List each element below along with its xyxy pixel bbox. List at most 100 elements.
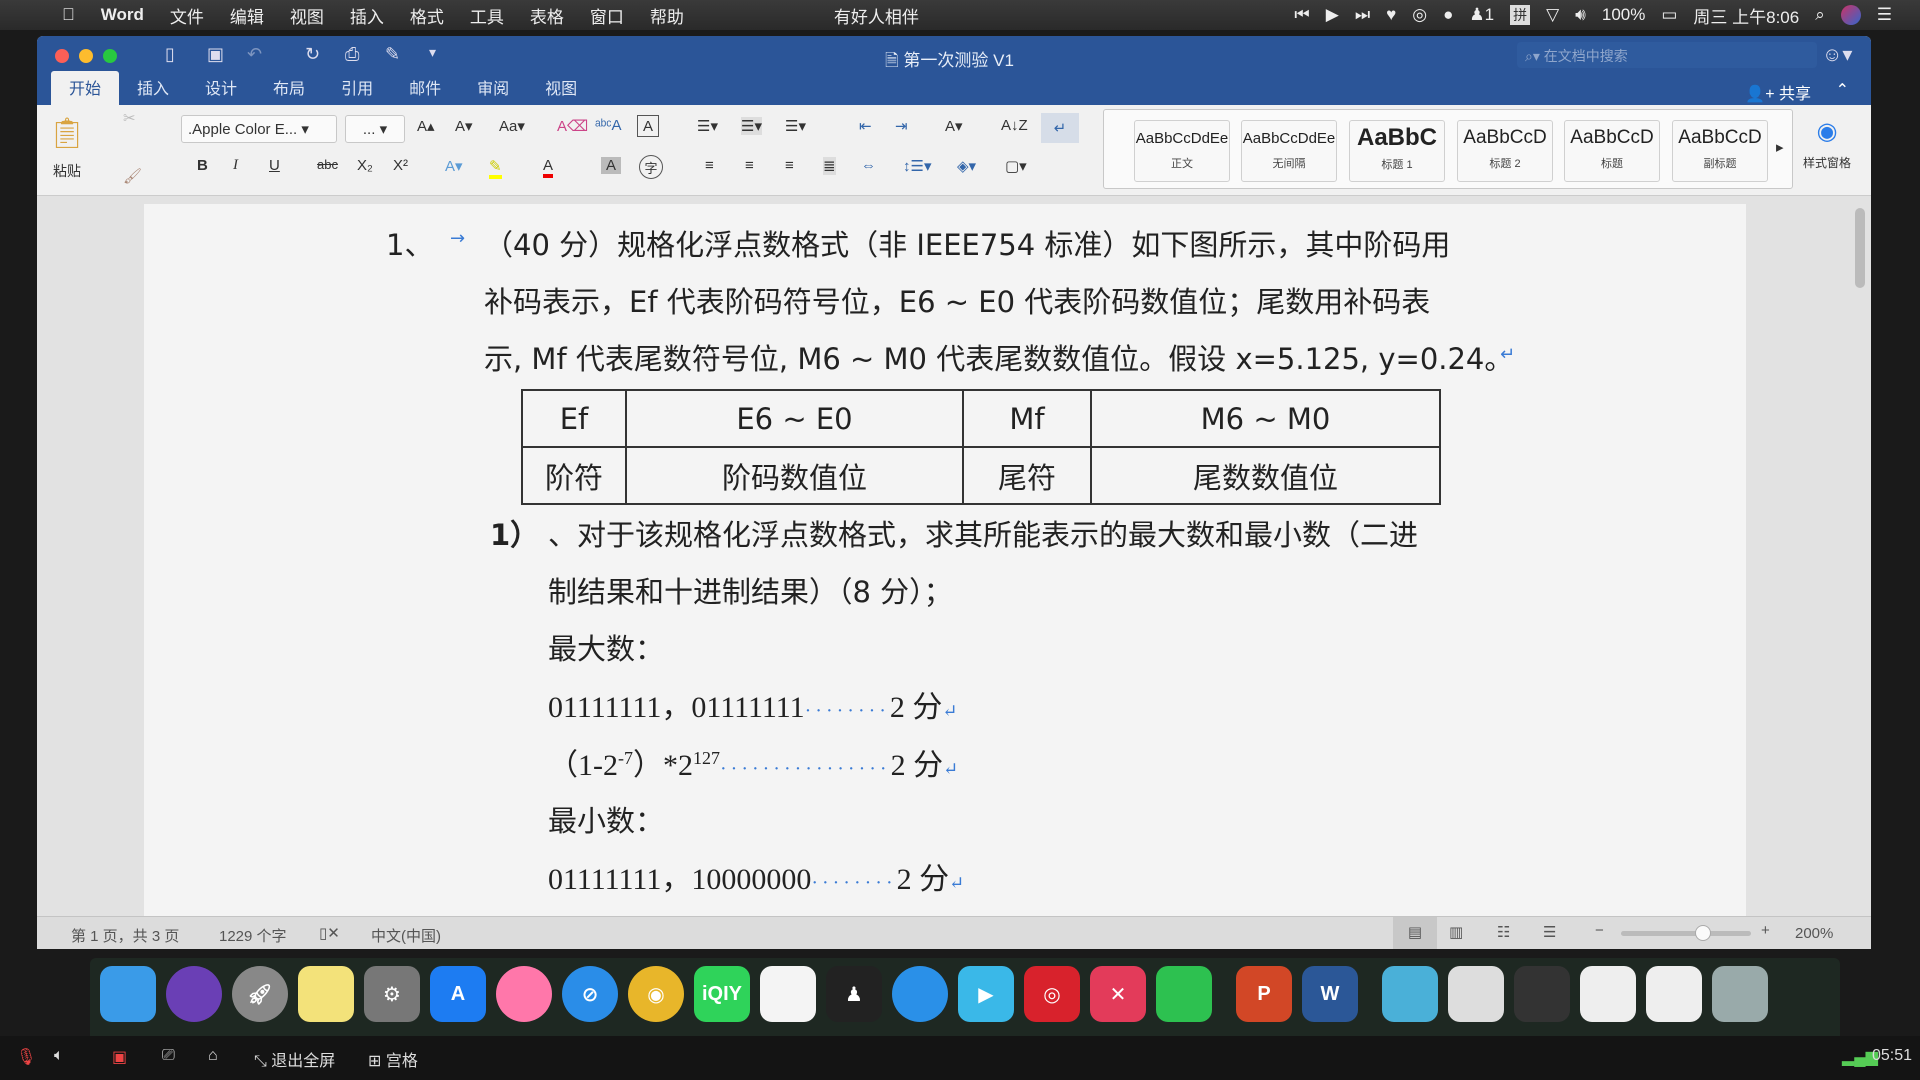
line-spacing-icon[interactable]: ↕☰▾ bbox=[903, 157, 931, 175]
dock-siri-icon[interactable] bbox=[166, 966, 222, 1022]
table-cell[interactable]: E6 ~ E0 bbox=[625, 389, 964, 448]
dock-powerpoint-window-icon[interactable] bbox=[1580, 966, 1636, 1022]
wifi-icon[interactable]: ▽ bbox=[1546, 5, 1559, 25]
grid-view-button[interactable]: ⊞ 宫格 bbox=[368, 1047, 418, 1071]
sort-icon[interactable]: A↓Z bbox=[1001, 117, 1028, 134]
collapse-ribbon-icon[interactable]: ⌃ bbox=[1836, 80, 1849, 100]
prev-track-icon[interactable]: ⏮ bbox=[1294, 5, 1309, 25]
maximize-button[interactable] bbox=[103, 49, 117, 63]
web-layout-icon[interactable]: ▥ bbox=[1449, 923, 1463, 941]
tab-home[interactable]: 开始 bbox=[51, 71, 120, 105]
menu-format[interactable]: 格式 bbox=[410, 3, 444, 28]
outline-icon[interactable]: ☷ bbox=[1497, 923, 1510, 941]
menu-window[interactable]: 窗口 bbox=[590, 3, 624, 28]
highlight-icon[interactable]: ✎ bbox=[489, 157, 502, 179]
qq-icon[interactable]: ♟1 bbox=[1469, 5, 1494, 25]
netease-icon[interactable]: ◎ bbox=[1412, 5, 1427, 25]
show-marks-icon[interactable]: ↵ bbox=[1041, 113, 1079, 143]
dock-tencent-video-icon[interactable]: ▶ bbox=[958, 966, 1014, 1022]
dock-chrome-icon[interactable]: ◉ bbox=[628, 966, 684, 1022]
table-cell[interactable]: 尾数数值位 bbox=[1090, 446, 1441, 505]
italic-button[interactable]: I bbox=[233, 157, 238, 174]
apple-icon[interactable]:  bbox=[62, 5, 75, 25]
dock-trash-icon[interactable] bbox=[1712, 966, 1768, 1022]
shading-icon[interactable]: ◈▾ bbox=[957, 157, 976, 175]
zoom-out-button[interactable]: − bbox=[1595, 922, 1604, 939]
speaker-icon[interactable]: 🔈︎ bbox=[54, 1047, 64, 1065]
tab-insert[interactable]: 插入 bbox=[119, 71, 187, 105]
zoom-level[interactable]: 200% bbox=[1795, 925, 1833, 942]
screen-share-icon[interactable]: ⎚ bbox=[162, 1047, 175, 1065]
edit-icon[interactable]: ✎ bbox=[385, 44, 400, 65]
table-cell[interactable]: Ef bbox=[521, 389, 627, 448]
style-subtitle[interactable]: AaBbCcD 副标题 bbox=[1672, 120, 1768, 182]
undo-icon[interactable]: ↶ bbox=[247, 44, 262, 65]
bullets-icon[interactable]: ☰▾ bbox=[697, 117, 718, 135]
asian-layout-icon[interactable]: A▾ bbox=[945, 117, 963, 135]
dock-launchpad-icon[interactable]: 🚀︎ bbox=[232, 966, 288, 1022]
dock-finder-icon[interactable] bbox=[100, 966, 156, 1022]
font-color-icon[interactable]: A bbox=[543, 157, 554, 178]
dock-photos-icon[interactable] bbox=[496, 966, 552, 1022]
page-count[interactable]: 第 1 页，共 3 页 bbox=[71, 925, 179, 946]
paste-icon[interactable]: 📋︎ bbox=[47, 111, 87, 155]
dock-app-store-icon[interactable]: A bbox=[430, 966, 486, 1022]
tab-design[interactable]: 设计 bbox=[187, 71, 255, 105]
borders-icon[interactable]: ▢▾ bbox=[1005, 157, 1027, 175]
notification-center-icon[interactable]: ☰ bbox=[1877, 5, 1892, 25]
print-layout-icon[interactable]: ▤ bbox=[1393, 917, 1437, 949]
dock-baidu-netdisk-icon[interactable] bbox=[760, 966, 816, 1022]
menu-view[interactable]: 视图 bbox=[290, 3, 324, 28]
heart-icon[interactable]: ♥ bbox=[1386, 5, 1396, 25]
search-input[interactable]: ⌕▾ 在文档中搜索 bbox=[1517, 42, 1817, 68]
paste-label[interactable]: 粘贴 bbox=[47, 161, 87, 181]
subscript-button[interactable]: X₂ bbox=[357, 157, 373, 174]
minimize-button[interactable] bbox=[79, 49, 93, 63]
dock-powerpoint-icon[interactable]: P bbox=[1236, 966, 1292, 1022]
change-case-icon[interactable]: Aa▾ bbox=[499, 117, 525, 135]
mic-muted-icon[interactable]: 🎙︎ bbox=[16, 1047, 36, 1067]
format-painter-icon[interactable]: 🖌︎ bbox=[123, 167, 142, 185]
style-normal[interactable]: AaBbCcDdEe 正文 bbox=[1134, 120, 1230, 182]
camera-off-icon[interactable]: ▣ bbox=[112, 1047, 127, 1067]
text-effects-icon[interactable]: A▾ bbox=[445, 157, 463, 175]
dock-iqiyi-icon[interactable]: iQIY bbox=[694, 966, 750, 1022]
menu-app[interactable]: Word bbox=[101, 5, 144, 25]
dock-terminal-window-icon[interactable] bbox=[1514, 966, 1570, 1022]
menu-edit[interactable]: 编辑 bbox=[230, 3, 264, 28]
tab-mailings[interactable]: 邮件 bbox=[391, 71, 459, 105]
menu-file[interactable]: 文件 bbox=[170, 3, 204, 28]
tab-review[interactable]: 审阅 bbox=[459, 71, 527, 105]
language[interactable]: 中文(中国) bbox=[371, 925, 441, 946]
decrease-indent-icon[interactable]: ⇤ bbox=[859, 117, 872, 135]
align-left-icon[interactable]: ≡ bbox=[705, 157, 714, 174]
numbering-icon[interactable]: ☰▾ bbox=[741, 117, 762, 135]
dock-word-icon[interactable]: W bbox=[1302, 966, 1358, 1022]
whiteboard-icon[interactable]: ⌂ bbox=[208, 1047, 218, 1065]
datetime[interactable]: 周三 上午8:06 bbox=[1693, 3, 1799, 28]
dock-stickies-icon[interactable] bbox=[298, 966, 354, 1022]
dock-xmind-icon[interactable]: ✕ bbox=[1090, 966, 1146, 1022]
zoom-slider[interactable] bbox=[1621, 925, 1751, 941]
align-right-icon[interactable]: ≡ bbox=[785, 157, 794, 174]
justify-icon[interactable]: ≣ bbox=[823, 157, 836, 175]
styles-pane-icon[interactable]: ◉ bbox=[1807, 111, 1847, 151]
vertical-scrollbar[interactable] bbox=[1855, 208, 1865, 288]
underline-button[interactable]: U bbox=[269, 157, 280, 174]
clear-format-icon[interactable]: A⌫ bbox=[557, 117, 588, 135]
grow-font-icon[interactable]: A▴ bbox=[417, 117, 435, 135]
battery-percent[interactable]: 100% bbox=[1602, 5, 1645, 25]
font-name-select[interactable]: .Apple Color E... ▾ bbox=[181, 115, 337, 143]
redo-icon[interactable]: ↻ bbox=[305, 44, 320, 65]
char-border-icon[interactable]: A bbox=[637, 115, 659, 137]
print-icon[interactable]: ⎙ bbox=[345, 44, 359, 65]
table-cell[interactable]: 尾符 bbox=[962, 446, 1092, 505]
bold-button[interactable]: B bbox=[197, 157, 208, 174]
menu-tools[interactable]: 工具 bbox=[470, 3, 504, 28]
multilevel-list-icon[interactable]: ☰▾ bbox=[785, 117, 806, 135]
word-count[interactable]: 1229 个字 bbox=[219, 925, 287, 946]
save-icon[interactable]: ▣ bbox=[207, 44, 224, 65]
dock-safari-icon[interactable]: ⊘ bbox=[562, 966, 618, 1022]
zoom-in-button[interactable]: + bbox=[1761, 922, 1770, 939]
increase-indent-icon[interactable]: ⇥ bbox=[895, 117, 908, 135]
